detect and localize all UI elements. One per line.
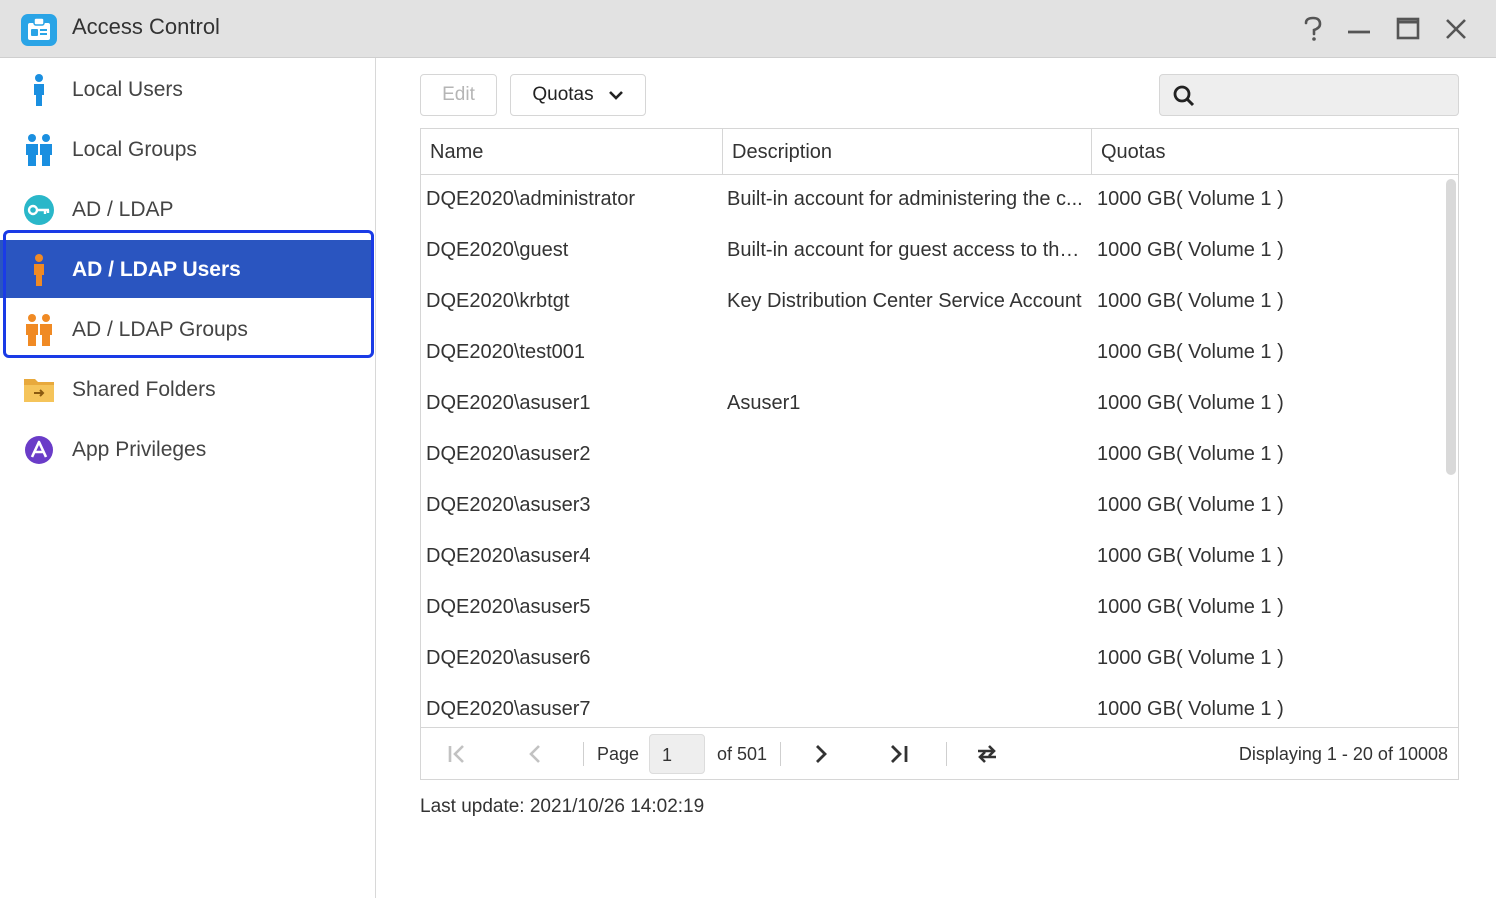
cell-quota: 1000 GB( Volume 1 ) (1097, 239, 1284, 261)
minimize-icon[interactable] (1344, 14, 1374, 44)
search-box[interactable] (1159, 74, 1459, 116)
table-header: Name Description Quotas (421, 129, 1458, 175)
search-input[interactable] (1208, 81, 1448, 109)
cell-quota: 1000 GB( Volume 1 ) (1097, 188, 1284, 210)
access-control-app-icon (21, 14, 57, 46)
sidebar-item-ad-ldap[interactable]: AD / LDAP (0, 180, 372, 238)
cell-quota: 1000 GB( Volume 1 ) (1097, 443, 1284, 465)
sidebar-item-app-privileges[interactable]: App Privileges (0, 420, 372, 478)
table-row[interactable]: DQE2020\asuser1 Asuser1 1000 GB( Volume … (421, 379, 1441, 430)
sidebar: Local Users Local Groups AD / LDAP AD / … (0, 58, 376, 898)
users-table: Name Description Quotas DQE2020\administ… (420, 128, 1459, 780)
vertical-scrollbar-thumb[interactable] (1446, 179, 1456, 475)
displaying-count: Displaying 1 - 20 of 10008 (1238, 744, 1448, 764)
search-icon (1173, 85, 1195, 107)
pager-separator (780, 742, 781, 766)
key-icon (24, 195, 54, 225)
refresh-icon[interactable] (975, 742, 999, 766)
last-page-icon[interactable] (887, 742, 911, 766)
cell-name: DQE2020\krbtgt (426, 290, 570, 312)
cell-description: Built-in account for guest access to the… (727, 239, 1083, 261)
cell-name: DQE2020\asuser2 (426, 443, 591, 465)
table-row[interactable]: DQE2020\asuser5 1000 GB( Volume 1 ) (421, 583, 1441, 634)
sidebar-item-shared-folders[interactable]: Shared Folders (0, 360, 372, 418)
cell-name: DQE2020\administrator (426, 188, 635, 210)
pager-separator (583, 742, 584, 766)
cell-name: DQE2020\asuser7 (426, 698, 591, 720)
cell-quota: 1000 GB( Volume 1 ) (1097, 392, 1284, 414)
table-row[interactable]: DQE2020\asuser3 1000 GB( Volume 1 ) (421, 481, 1441, 532)
cell-quota: 1000 GB( Volume 1 ) (1097, 290, 1284, 312)
column-header-description[interactable]: Description (723, 129, 1092, 174)
sidebar-item-local-groups[interactable]: Local Groups (0, 120, 372, 178)
page-count-label: of 501 (717, 744, 768, 764)
sidebar-item-label: AD / LDAP Groups (72, 318, 248, 341)
sidebar-item-label: AD / LDAP Users (72, 258, 241, 281)
sidebar-item-label: Shared Folders (72, 378, 216, 401)
title-bar: Access Control (0, 0, 1496, 58)
table-body: DQE2020\administrator Built-in account f… (421, 175, 1458, 727)
last-update-text: Last update: 2021/10/26 14:02:19 (420, 796, 705, 817)
chevron-down-icon (608, 91, 623, 100)
sidebar-item-label: Local Groups (72, 138, 197, 161)
cell-name: DQE2020\asuser3 (426, 494, 591, 516)
sidebar-item-label: App Privileges (72, 438, 207, 461)
table-row[interactable]: DQE2020\asuser2 1000 GB( Volume 1 ) (421, 430, 1441, 481)
cell-quota: 1000 GB( Volume 1 ) (1097, 698, 1284, 720)
table-row[interactable]: DQE2020\asuser6 1000 GB( Volume 1 ) (421, 634, 1441, 685)
cell-quota: 1000 GB( Volume 1 ) (1097, 647, 1284, 669)
cell-quota: 1000 GB( Volume 1 ) (1097, 596, 1284, 618)
cell-name: DQE2020\asuser6 (426, 647, 591, 669)
maximize-icon[interactable] (1393, 14, 1423, 44)
page-number-value: 1 (662, 745, 673, 765)
local-user-icon (34, 74, 44, 106)
table-row[interactable]: DQE2020\krbtgt Key Distribution Center S… (421, 277, 1441, 328)
cell-quota: 1000 GB( Volume 1 ) (1097, 341, 1284, 363)
sidebar-item-ad-ldap-groups[interactable]: AD / LDAP Groups (0, 300, 372, 358)
table-row[interactable]: DQE2020\guest Built-in account for guest… (421, 226, 1441, 277)
cell-description: Key Distribution Center Service Account (727, 290, 1082, 312)
column-header-quotas[interactable]: Quotas (1092, 129, 1458, 174)
sidebar-item-label: Local Users (72, 78, 183, 101)
local-group-icon (26, 134, 52, 166)
table-row[interactable]: DQE2020\test001 1000 GB( Volume 1 ) (421, 328, 1441, 379)
quotas-dropdown-button[interactable]: Quotas (510, 74, 646, 116)
ad-user-icon (34, 254, 44, 286)
column-header-name[interactable]: Name (421, 129, 723, 174)
window-title: Access Control (72, 14, 220, 39)
app-privileges-icon (25, 436, 53, 464)
edit-button[interactable]: Edit (420, 74, 497, 116)
cell-name: DQE2020\asuser4 (426, 545, 591, 567)
close-icon[interactable] (1441, 14, 1471, 44)
table-row[interactable]: DQE2020\asuser7 1000 GB( Volume 1 ) (421, 685, 1441, 727)
next-page-icon[interactable] (809, 742, 833, 766)
cell-name: DQE2020\guest (426, 239, 569, 261)
sidebar-item-local-users[interactable]: Local Users (0, 60, 372, 118)
table-row[interactable]: DQE2020\asuser4 1000 GB( Volume 1 ) (421, 532, 1441, 583)
table-row[interactable]: DQE2020\administrator Built-in account f… (421, 175, 1441, 226)
cell-name: DQE2020\asuser5 (426, 596, 591, 618)
page-label: Page (597, 744, 640, 764)
ad-group-icon (26, 314, 52, 346)
cell-name: DQE2020\test001 (426, 341, 585, 363)
quotas-button-label: Quotas (532, 84, 594, 105)
cell-description: Asuser1 (727, 392, 801, 414)
cell-name: DQE2020\asuser1 (426, 392, 591, 414)
folder-icon (24, 379, 54, 402)
sidebar-item-label: AD / LDAP (72, 198, 174, 221)
sidebar-item-ad-ldap-users[interactable]: AD / LDAP Users (0, 240, 372, 298)
previous-page-icon[interactable] (523, 742, 547, 766)
cell-description: Built-in account for administering the c… (727, 188, 1083, 210)
help-icon[interactable] (1298, 14, 1328, 44)
edit-button-label: Edit (442, 84, 475, 105)
cell-quota: 1000 GB( Volume 1 ) (1097, 494, 1284, 516)
page-number-input[interactable]: 1 (649, 734, 705, 774)
first-page-icon[interactable] (445, 742, 469, 766)
pagination-bar: Page 1 of 501 Displaying 1 - 20 of 10008 (421, 727, 1458, 779)
pager-separator (946, 742, 947, 766)
cell-quota: 1000 GB( Volume 1 ) (1097, 545, 1284, 567)
